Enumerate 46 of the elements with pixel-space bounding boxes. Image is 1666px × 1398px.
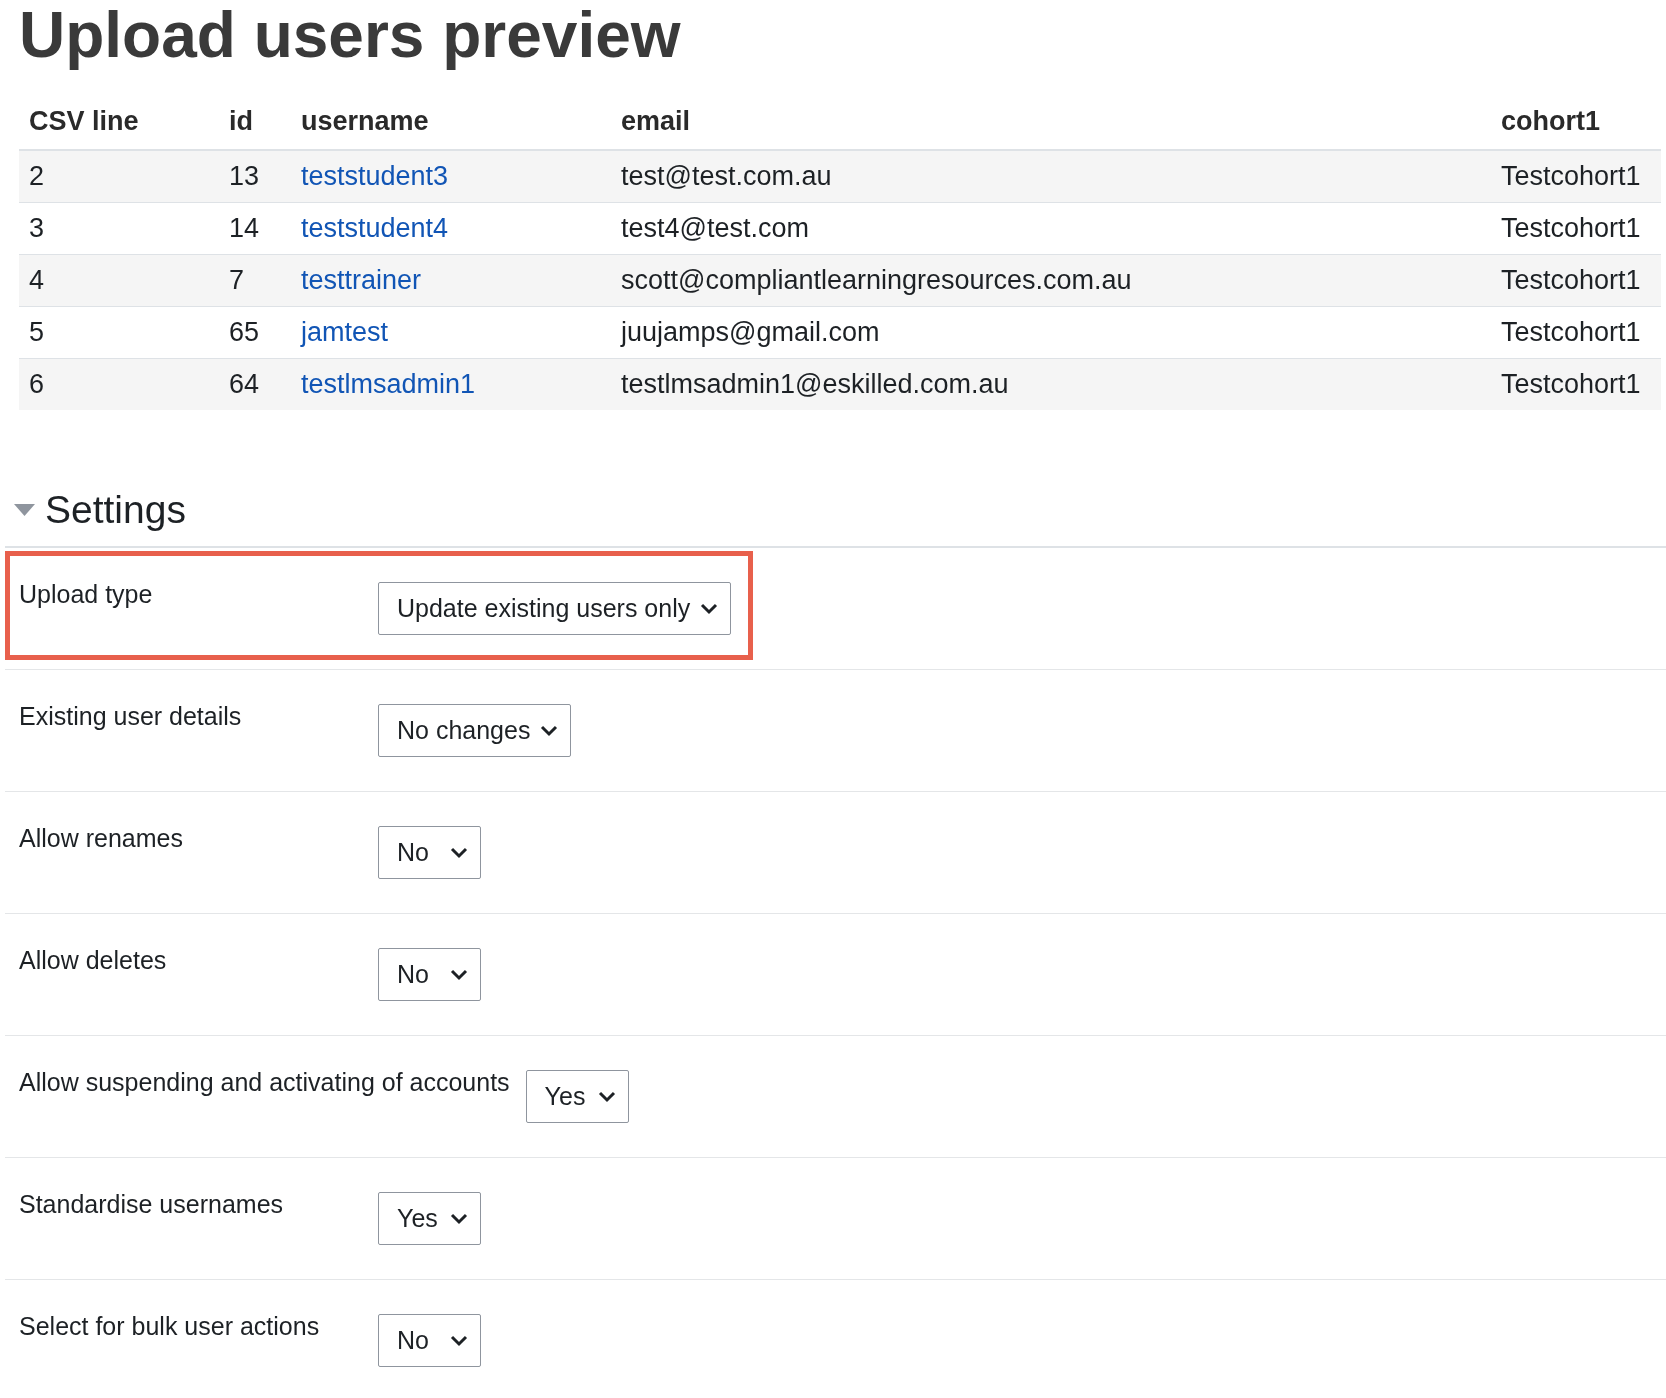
table-cell: 7 bbox=[219, 254, 291, 307]
field-label: Allow suspending and activating of accounts bbox=[19, 1067, 510, 1097]
table-cell: Testcohort1 bbox=[1491, 254, 1661, 307]
table-cell: 14 bbox=[219, 202, 291, 255]
dropdown-select[interactable]: No changes bbox=[378, 704, 572, 757]
table-cell: 2 bbox=[19, 150, 219, 203]
username-link[interactable]: jamtest bbox=[301, 317, 389, 347]
table-cell: 65 bbox=[219, 306, 291, 359]
chevron-down-icon bbox=[597, 1090, 616, 1103]
table-cell: 13 bbox=[219, 150, 291, 203]
table-cell: test@test.com.au bbox=[611, 150, 1491, 203]
chevron-down-icon bbox=[450, 1212, 468, 1225]
chevron-down-icon bbox=[450, 846, 468, 859]
chevron-down-icon bbox=[450, 1334, 468, 1347]
section-heading[interactable]: Settings bbox=[45, 488, 186, 532]
table-cell: scott@compliantlearningresources.com.au bbox=[611, 254, 1491, 307]
table-cell: 5 bbox=[19, 306, 219, 359]
table-cell: testlmsadmin1@eskilled.com.au bbox=[611, 358, 1491, 410]
field-label: Select for bulk user actions bbox=[19, 1311, 321, 1341]
table-cell: Testcohort1 bbox=[1491, 358, 1661, 410]
table-cell: 6 bbox=[19, 358, 219, 410]
chevron-down-icon bbox=[450, 968, 468, 981]
table-cell: Testcohort1 bbox=[1491, 150, 1661, 203]
field-label: Allow renames bbox=[19, 823, 184, 853]
field-label: Upload type bbox=[19, 579, 154, 609]
dropdown-select[interactable]: No bbox=[378, 1314, 481, 1367]
field-label: Existing user details bbox=[19, 701, 243, 731]
dropdown-select[interactable]: Update existing users only bbox=[378, 582, 732, 635]
table-cell: test4@test.com bbox=[611, 202, 1491, 255]
dropdown-select[interactable]: Yes bbox=[378, 1192, 481, 1245]
dropdown-select[interactable]: No bbox=[378, 826, 481, 879]
chevron-down-icon bbox=[540, 724, 559, 737]
chevron-down-icon bbox=[700, 602, 719, 615]
dropdown-select[interactable]: Yes bbox=[525, 1070, 629, 1123]
dropdown-select[interactable]: No bbox=[378, 948, 481, 1001]
username-link[interactable]: teststudent4 bbox=[301, 213, 449, 243]
table-cell: Testcohort1 bbox=[1491, 202, 1661, 255]
field-label: Allow deletes bbox=[19, 945, 168, 975]
collapse-triangle-icon[interactable] bbox=[14, 504, 35, 516]
table-cell: 4 bbox=[19, 254, 219, 307]
field-label: Standardise usernames bbox=[19, 1189, 285, 1219]
table-cell: juujamps@gmail.com bbox=[611, 306, 1491, 359]
table-cell: 64 bbox=[219, 358, 291, 410]
table-cell: Testcohort1 bbox=[1491, 306, 1661, 359]
table-cell: 3 bbox=[19, 202, 219, 255]
page-title: Upload users preview bbox=[18, 0, 682, 68]
